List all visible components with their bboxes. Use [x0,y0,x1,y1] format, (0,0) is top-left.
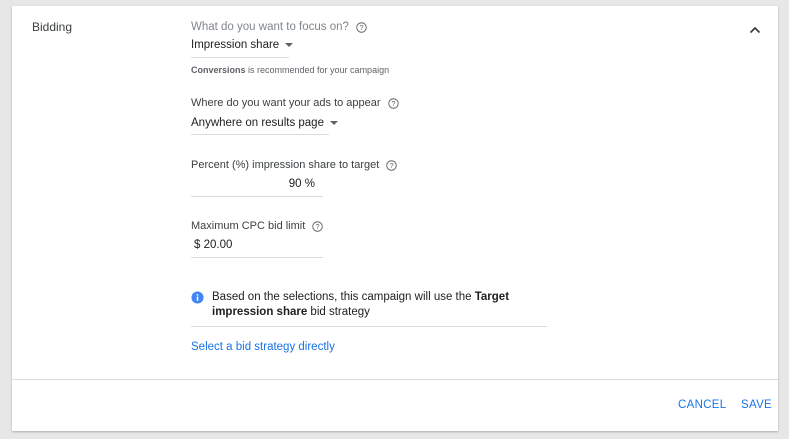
help-icon[interactable]: ? [386,159,398,171]
strategy-info: Based on the selections, this campaign w… [191,290,547,320]
bidding-card: Bidding What do you want to focus on? ? … [12,6,778,431]
percent-question: Percent (%) impression share to target ? [191,159,398,171]
focus-hint: Conversions is recommended for your camp… [191,65,389,75]
save-button[interactable]: SAVE [741,399,772,411]
info-prefix: Based on the selections, this campaign w… [212,291,475,303]
help-icon[interactable]: ? [356,21,367,33]
hint-bold: Conversions [191,65,246,75]
max-cpc-underline [191,257,323,258]
help-circle-icon: ? [387,97,399,109]
select-bid-strategy-link[interactable]: Select a bid strategy directly [191,341,335,353]
svg-text:?: ? [391,98,395,107]
max-cpc-question: Maximum CPC bid limit ? [191,220,324,232]
help-circle-icon: ? [386,159,398,171]
section-title: Bidding [32,20,73,34]
location-label: Where do you want your ads to appear [191,97,381,109]
cancel-button[interactable]: CANCEL [678,399,726,411]
percent-label: Percent (%) impression share to target [191,159,380,171]
focus-dropdown[interactable]: Impression share [191,39,294,51]
max-cpc-input[interactable]: $ 20.00 [191,239,323,251]
focus-value: Impression share [191,39,280,51]
hint-rest: is recommended for your campaign [245,65,390,75]
svg-text:?: ? [390,160,394,169]
svg-text:?: ? [316,221,320,230]
info-text: Based on the selections, this campaign w… [212,290,547,320]
caret-down-icon [329,121,338,125]
location-value: Anywhere on results page [191,117,324,129]
focus-label: What do you want to focus on? [191,21,349,33]
location-question: Where do you want your ads to appear ? [191,97,399,109]
info-divider [191,326,547,327]
caret-down-icon [285,43,294,47]
focus-underline [191,57,289,58]
footer-divider [12,379,778,380]
location-dropdown[interactable]: Anywhere on results page [191,117,338,129]
percent-underline [191,196,323,197]
help-circle-icon: ? [356,21,367,33]
location-underline [191,134,329,135]
help-icon[interactable]: ? [312,220,324,232]
max-cpc-label: Maximum CPC bid limit [191,220,306,232]
info-icon [191,291,204,304]
help-icon[interactable]: ? [387,97,399,109]
focus-question: What do you want to focus on? ? [191,21,367,33]
info-suffix: bid strategy [307,306,370,318]
svg-text:?: ? [359,22,363,31]
collapse-button[interactable] [745,20,765,40]
help-circle-icon: ? [312,220,324,232]
percent-input[interactable]: 90 % [191,178,323,190]
chevron-up-icon [749,26,761,34]
